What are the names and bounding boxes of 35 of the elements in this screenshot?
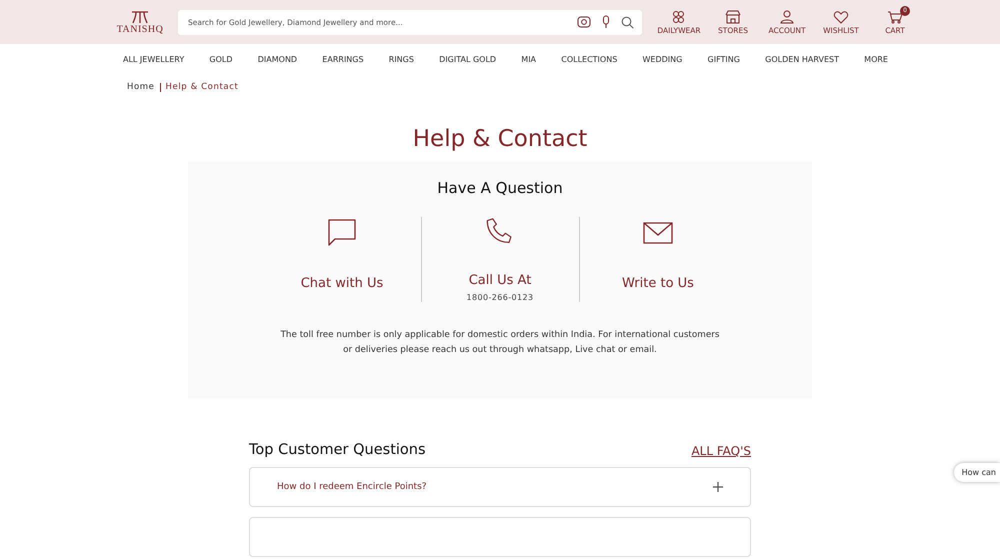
toll-free-note: The toll free number is only applicable for domestic orders within India. For international customers or deliveries please reach us out through whatsapp, Live chat or email. xyxy=(280,329,720,357)
contact-option-link[interactable]: Chat with Us xyxy=(300,276,384,291)
search-icon[interactable] xyxy=(621,16,634,28)
breadcrumb-link[interactable]: Home xyxy=(127,82,155,92)
camera-icon[interactable] xyxy=(577,16,591,28)
nav-link[interactable]: DIAMOND xyxy=(258,54,298,64)
nav-link[interactable]: GOLDEN HARVEST xyxy=(765,54,839,64)
section-heading: Top Customer Questions xyxy=(249,442,426,458)
panel-heading: Have A Question xyxy=(436,179,564,197)
contact-option-link[interactable]: Call Us At xyxy=(468,273,532,288)
page-title: Help & Contact xyxy=(412,126,588,152)
logo-text[interactable]: TANISHQ xyxy=(116,24,164,34)
microphone-icon[interactable] xyxy=(601,15,611,29)
nav-link[interactable]: COLLECTIONS xyxy=(561,54,618,64)
store-icon xyxy=(725,10,741,24)
contact-option-link[interactable]: Write to Us xyxy=(622,276,694,291)
nav-link[interactable]: GIFTING xyxy=(708,54,740,64)
faq-item[interactable]: How do I redeem Encircle Points? xyxy=(249,467,751,507)
cart-icon xyxy=(887,10,903,24)
all-faqs-link[interactable]: ALL FAQ'S xyxy=(691,444,751,458)
nav-link[interactable]: ALL JEWELLERY xyxy=(123,54,184,64)
breadcrumb-link[interactable]: Help & Contact xyxy=(166,82,238,92)
nav-link[interactable]: RINGS xyxy=(388,54,414,64)
earrings-icon xyxy=(671,10,687,24)
logo-icon xyxy=(131,10,149,24)
user-icon xyxy=(779,10,795,24)
nav-link[interactable]: GOLD xyxy=(209,54,233,64)
nav-link[interactable]: MIA xyxy=(521,54,536,64)
nav-link[interactable]: EARRINGS xyxy=(322,54,364,64)
nav-link[interactable]: DIGITAL GOLD xyxy=(439,54,496,64)
nav-link[interactable]: WEDDING xyxy=(642,54,682,64)
heart-icon xyxy=(833,10,849,24)
chat-bubble[interactable]: How can xyxy=(954,463,1000,482)
nav-link[interactable]: MORE xyxy=(864,54,888,64)
phone-number: 1800-266-0123 xyxy=(466,293,534,302)
